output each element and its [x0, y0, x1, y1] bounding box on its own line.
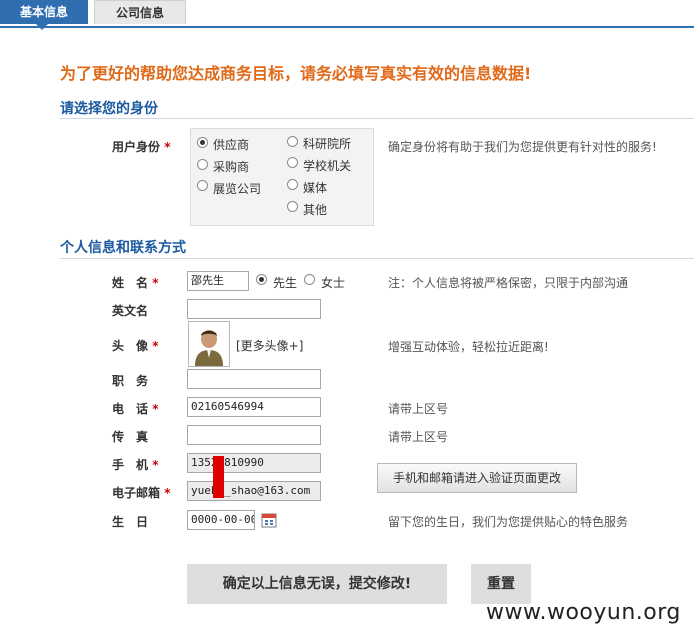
email-input: yueb _shao@163.com — [187, 481, 321, 501]
section-divider — [60, 258, 694, 259]
radio-research[interactable] — [287, 136, 298, 147]
fax-hint: 请带上区号 — [388, 430, 449, 444]
radio-gender-female[interactable] — [304, 274, 315, 285]
option-label: 科研院所 — [303, 137, 352, 151]
gender-male-label: 先生 — [273, 276, 298, 290]
avatar-label: 头 像 * — [112, 339, 159, 353]
verify-page-button[interactable]: 手机和邮箱请进入验证页面更改 — [377, 463, 577, 493]
page-headline: 为了更好的帮助您达成商务目标，请务必填写真实有效的信息数据! — [60, 64, 532, 83]
reset-button[interactable]: 重置 — [471, 564, 531, 604]
radio-supplier[interactable] — [197, 137, 208, 148]
mobile-input: 1352 810990 — [187, 453, 321, 473]
birthday-hint: 留下您的生日，我们为您提供贴心的特色服务 — [388, 515, 629, 529]
submit-button[interactable]: 确定以上信息无误，提交修改! — [187, 564, 447, 604]
identity-options-box: 供应商 科研院所 采购商 学校机关 展览公司 媒体 其他 — [190, 128, 374, 226]
active-tab-indicator — [36, 24, 48, 30]
radio-media[interactable] — [287, 179, 298, 190]
redaction-mark — [213, 456, 224, 498]
option-label: 其他 — [303, 203, 328, 217]
english-name-input[interactable] — [187, 299, 321, 319]
avatar-hint: 增强互动体验，轻松拉近距离! — [388, 340, 549, 354]
phone-hint: 请带上区号 — [388, 402, 449, 416]
section-divider — [60, 118, 694, 119]
mobile-label: 手 机 * — [112, 458, 159, 472]
name-hint: 注：个人信息将被严格保密，只限于内部沟通 — [388, 276, 629, 290]
english-name-label: 英文名 — [112, 304, 149, 318]
position-label: 职 务 — [112, 374, 149, 388]
name-label: 姓 名 * — [112, 276, 159, 290]
email-label: 电子邮箱 * — [112, 486, 171, 500]
personal-section-title: 个人信息和联系方式 — [60, 240, 186, 256]
watermark: www.wooyun.org — [486, 600, 681, 625]
radio-exhibition[interactable] — [197, 180, 208, 191]
radio-gender-male[interactable] — [256, 274, 267, 285]
identity-section-title: 请选择您的身份 — [60, 101, 158, 117]
radio-buyer[interactable] — [197, 159, 208, 170]
identity-hint: 确定身份将有助于我们为您提供更有针对性的服务! — [388, 140, 657, 154]
required-star: * — [164, 140, 171, 154]
option-label: 采购商 — [213, 160, 250, 174]
identity-label: 用户身份 * — [112, 140, 171, 154]
phone-input[interactable]: 02160546994 — [187, 397, 321, 417]
tab-company-info[interactable]: 公司信息 — [94, 0, 186, 24]
option-label: 媒体 — [303, 181, 328, 195]
tab-basic-info[interactable]: 基本信息 — [0, 0, 88, 24]
option-label: 供应商 — [213, 138, 250, 152]
option-label: 学校机关 — [303, 159, 352, 173]
position-input[interactable] — [187, 369, 321, 389]
option-label: 展览公司 — [213, 182, 262, 196]
avatar[interactable] — [188, 321, 230, 367]
more-avatars-link[interactable]: [更多头像+] — [236, 337, 303, 354]
avatar-person-icon — [189, 322, 229, 366]
radio-other[interactable] — [287, 201, 298, 212]
name-input[interactable]: 邵先生 — [187, 271, 249, 291]
phone-label: 电 话 * — [112, 402, 159, 416]
calendar-icon[interactable] — [261, 512, 277, 528]
fax-label: 传 真 — [112, 430, 149, 444]
fax-input[interactable] — [187, 425, 321, 445]
birthday-input[interactable]: 0000-00-00 — [187, 510, 255, 530]
gender-female-label: 女士 — [321, 276, 346, 290]
radio-school[interactable] — [287, 157, 298, 168]
birthday-label: 生 日 — [112, 515, 149, 529]
